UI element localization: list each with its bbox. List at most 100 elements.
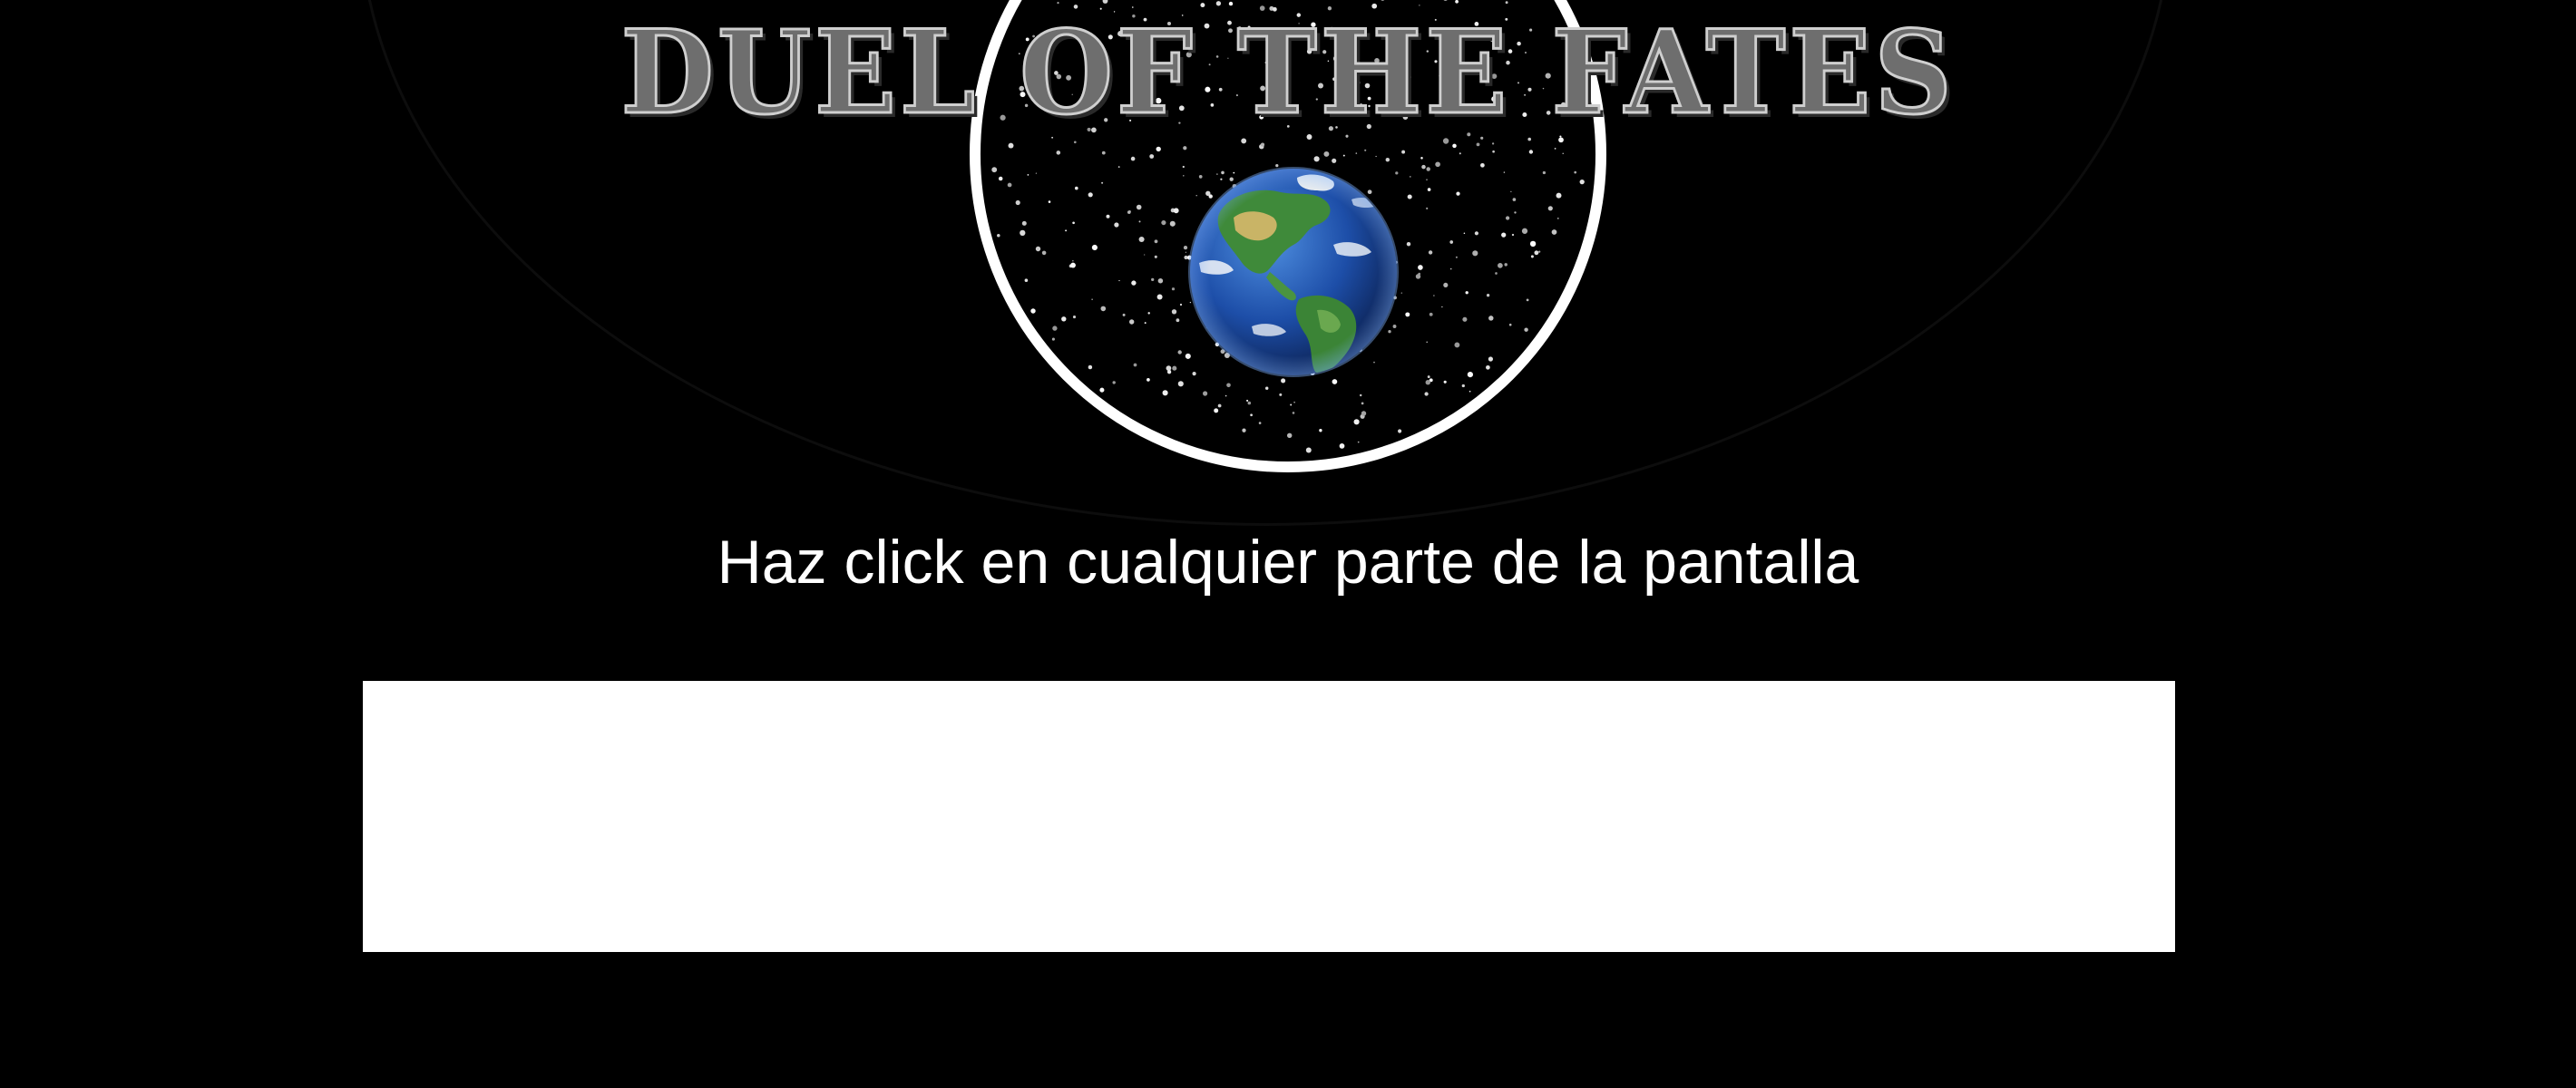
star xyxy=(1130,156,1136,161)
star xyxy=(1529,240,1537,248)
star xyxy=(1147,378,1150,382)
star xyxy=(1117,166,1120,169)
star xyxy=(1166,370,1172,374)
star xyxy=(1361,411,1367,416)
star xyxy=(1021,220,1027,226)
star xyxy=(1495,272,1498,275)
star xyxy=(1101,181,1104,184)
star xyxy=(1091,298,1093,301)
star xyxy=(1056,151,1061,155)
star xyxy=(1459,152,1461,155)
click-anywhere-prompt: Haz click en cualquier parte de la panta… xyxy=(717,528,1859,597)
star xyxy=(1265,386,1269,390)
star xyxy=(1292,412,1295,414)
star xyxy=(1195,194,1197,197)
star xyxy=(1534,250,1539,256)
star xyxy=(1443,282,1449,287)
star xyxy=(1250,413,1253,417)
star xyxy=(1192,372,1196,376)
star xyxy=(1426,167,1430,171)
star xyxy=(1449,240,1454,244)
star xyxy=(1433,295,1435,296)
star xyxy=(1203,391,1208,396)
star xyxy=(1225,394,1227,397)
star xyxy=(998,176,1003,181)
star xyxy=(1526,298,1529,302)
star xyxy=(1233,171,1235,174)
star xyxy=(1020,229,1026,237)
star xyxy=(1073,141,1077,144)
star xyxy=(1149,154,1155,159)
star xyxy=(1048,200,1051,203)
star xyxy=(1156,146,1161,152)
star xyxy=(1247,401,1252,405)
star xyxy=(1172,365,1177,371)
game-screen[interactable]: DUEL OF THE FATES Haz click en cualquier… xyxy=(0,0,2576,1088)
star xyxy=(1467,372,1473,378)
star xyxy=(1425,379,1431,385)
star xyxy=(1305,447,1312,453)
star xyxy=(1492,150,1495,153)
star xyxy=(1407,194,1412,199)
star xyxy=(1177,350,1182,355)
star xyxy=(1041,250,1047,256)
star xyxy=(1258,422,1262,424)
star xyxy=(1171,287,1176,291)
star xyxy=(1556,192,1562,199)
star xyxy=(1114,222,1119,228)
star xyxy=(1099,387,1105,393)
star xyxy=(1144,322,1147,325)
star xyxy=(1511,233,1515,237)
star xyxy=(1323,151,1330,157)
star xyxy=(1061,316,1067,322)
star xyxy=(1388,330,1391,334)
star xyxy=(1472,250,1478,257)
star xyxy=(1488,356,1493,362)
star xyxy=(1281,378,1286,384)
star xyxy=(1426,341,1429,344)
star xyxy=(1455,256,1458,258)
star xyxy=(1183,175,1185,177)
star xyxy=(1088,364,1093,370)
star xyxy=(1504,263,1508,267)
star xyxy=(1290,403,1293,406)
star xyxy=(1521,228,1528,234)
star xyxy=(1463,232,1466,234)
star xyxy=(1491,142,1495,145)
star xyxy=(1216,173,1218,175)
star xyxy=(1454,342,1460,348)
star xyxy=(1154,255,1157,258)
star xyxy=(1275,163,1279,168)
star xyxy=(1357,441,1360,443)
star xyxy=(1498,263,1503,268)
star xyxy=(1524,327,1528,332)
star xyxy=(1461,384,1465,388)
star xyxy=(1035,246,1041,252)
star xyxy=(1486,294,1490,297)
star xyxy=(1183,146,1187,151)
star xyxy=(1373,361,1375,364)
star xyxy=(1364,149,1367,151)
star xyxy=(1353,419,1360,425)
star xyxy=(1065,229,1068,232)
earth-globe-icon xyxy=(1188,167,1399,377)
game-title: DUEL OF THE FATES xyxy=(620,5,1956,141)
star xyxy=(1279,393,1283,396)
star xyxy=(1400,292,1402,294)
star xyxy=(1171,309,1177,315)
star xyxy=(1169,220,1176,227)
star xyxy=(1088,192,1093,198)
star xyxy=(1229,177,1234,181)
star xyxy=(1395,171,1399,175)
star xyxy=(1424,392,1429,396)
star xyxy=(1427,375,1430,379)
star xyxy=(1112,381,1116,384)
star xyxy=(1486,364,1490,370)
star xyxy=(1027,174,1029,176)
star xyxy=(1179,303,1183,306)
content-panel[interactable] xyxy=(363,681,2175,952)
star xyxy=(1443,380,1447,384)
star xyxy=(1221,170,1225,175)
star xyxy=(1547,206,1553,211)
star xyxy=(1313,156,1320,162)
